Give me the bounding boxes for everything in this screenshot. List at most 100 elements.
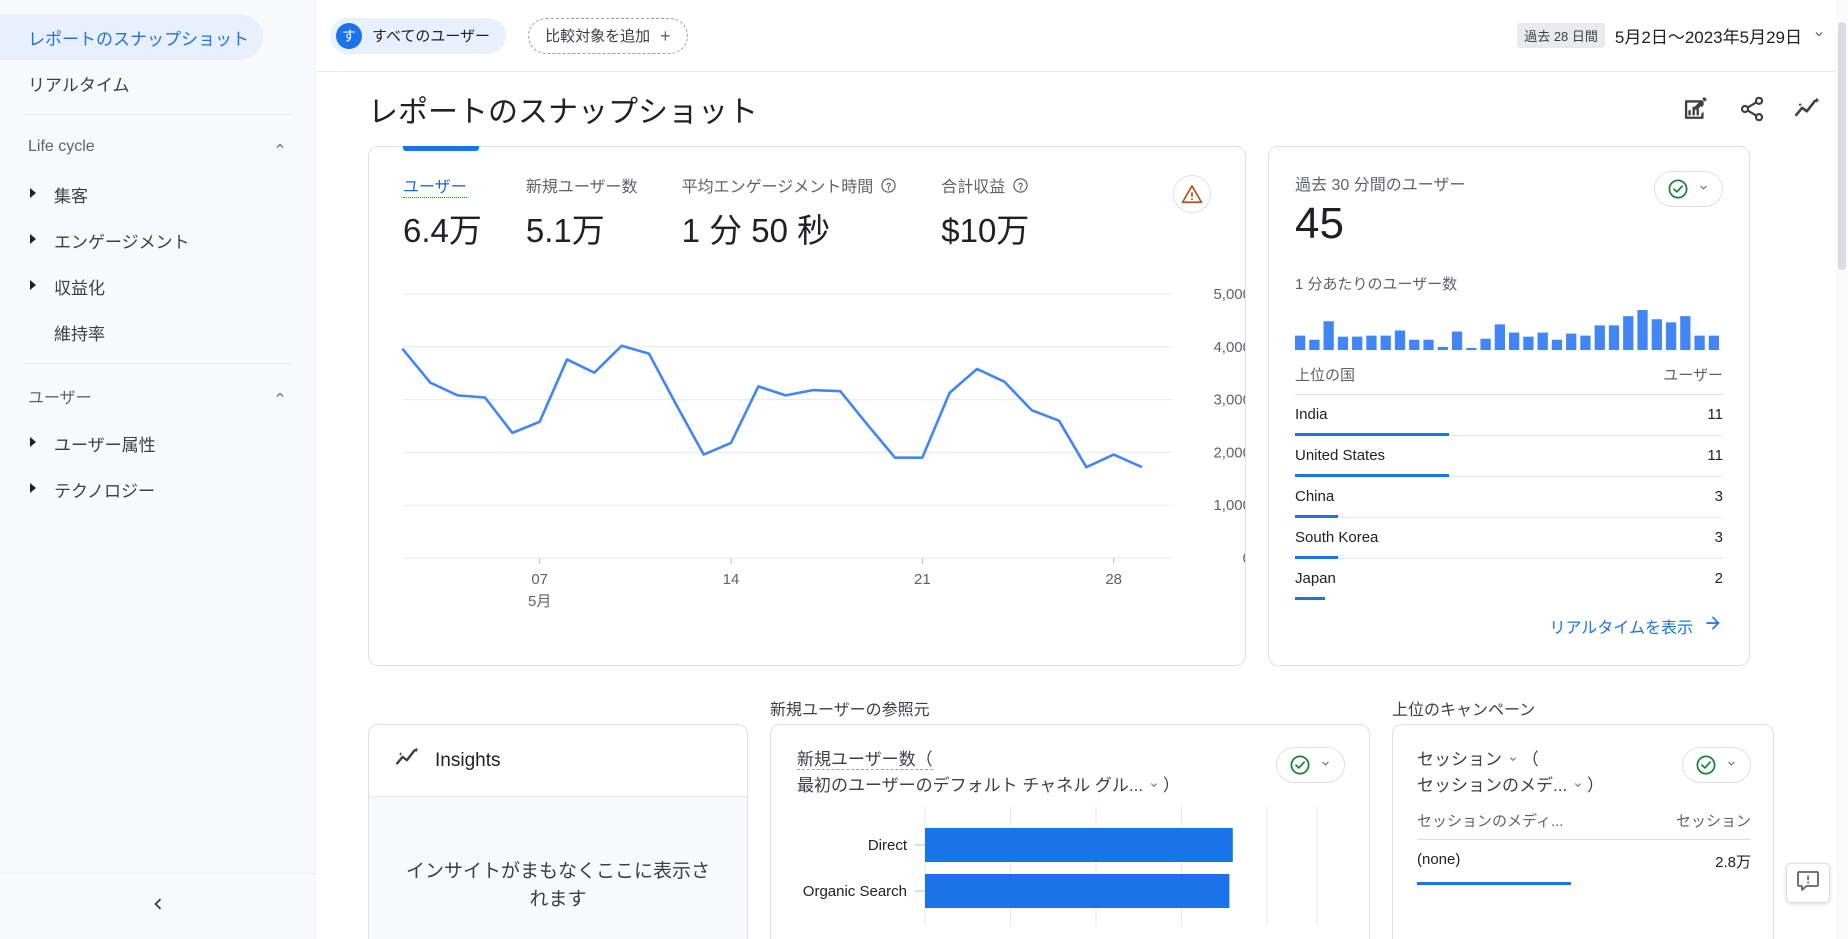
- chevron-down-icon: [1319, 757, 1332, 773]
- country-users: 3: [1714, 529, 1723, 547]
- table-row[interactable]: (none) 2.8万: [1417, 840, 1751, 885]
- svg-text:2,000: 2,000: [1213, 444, 1245, 461]
- chevron-right-icon: [28, 482, 44, 496]
- chevron-left-icon: [147, 893, 169, 920]
- metric-label-row: ユーザー: [403, 173, 482, 198]
- edit-report-icon[interactable]: [1682, 95, 1710, 123]
- sidebar-item-label: 収益化: [54, 278, 105, 298]
- metric-tab-new-users[interactable]: 新規ユーザー数 5.1万: [526, 173, 682, 252]
- realtime-title: 過去 30 分間のユーザー: [1295, 177, 1466, 194]
- metric-tab-avg-engagement-time[interactable]: 平均エンゲージメント時間 1 分 50 秒: [682, 173, 942, 252]
- campaign-sessions: 2.8万: [1715, 853, 1751, 871]
- check-circle-icon: [1695, 754, 1717, 776]
- metric-label: 合計収益: [941, 179, 1006, 196]
- campaigns-selector[interactable]: セッション （ セッションのメデ... ）: [1417, 747, 1604, 800]
- insights-body: インサイトがまもなくここに表示されます: [369, 797, 747, 939]
- svg-text:4,000: 4,000: [1213, 339, 1245, 356]
- country-name: South Korea: [1295, 529, 1379, 547]
- sidebar-item-label: 維持率: [54, 324, 105, 344]
- campaigns-col-dimension: セッションのメディ...: [1417, 812, 1564, 830]
- svg-text:Direct: Direct: [868, 837, 908, 854]
- feedback-icon: [1796, 869, 1820, 898]
- feedback-button[interactable]: [1786, 863, 1830, 903]
- metric-tab-users[interactable]: ユーザー 6.4万: [403, 173, 526, 252]
- campaigns-status-button[interactable]: [1682, 747, 1751, 783]
- svg-text:28: 28: [1105, 571, 1122, 588]
- view-realtime-label: リアルタイムを表示: [1549, 619, 1693, 637]
- metric-value: 6.4万: [403, 212, 482, 249]
- realtime-card: 過去 30 分間のユーザー 45 1 分あたりのユーザー数 上位の国 ユーザー …: [1268, 146, 1750, 666]
- svg-text:5月: 5月: [528, 593, 551, 610]
- sidebar-item-realtime[interactable]: リアルタイム: [0, 60, 315, 106]
- sidebar-item-label: レポートのスナップショット: [28, 29, 249, 49]
- sources-selector[interactable]: 新規ユーザー数（ 最初のユーザーのデフォルト チャネル グル... ）: [797, 747, 1180, 798]
- page-actions: [1682, 95, 1822, 123]
- metric-value: 1 分 50 秒: [681, 212, 831, 249]
- overview-chart-card: ユーザー 6.4万 新規ユーザー数 5.1万 平均エンゲージメント時間 1 分 …: [368, 146, 1246, 666]
- help-icon[interactable]: [1012, 177, 1029, 194]
- country-name: India: [1295, 406, 1328, 424]
- sidebar-item-report-snapshot[interactable]: レポートのスナップショット: [0, 14, 263, 60]
- scrollbar-thumb[interactable]: [1838, 22, 1846, 270]
- sidebar-item-engagement[interactable]: エンゲージメント: [0, 217, 315, 263]
- top-bar: す すべてのユーザー 比較対象を追加 + 過去 28 日間 5月2日〜2023年…: [316, 0, 1848, 72]
- sidebar-item-label: リアルタイム: [28, 75, 130, 95]
- page-title: レポートのスナップショット: [368, 96, 758, 129]
- campaigns-column: 上位のキャンペーン セッション （ セッションのメデ... ） セッションのメデ…: [1392, 696, 1774, 939]
- sidebar-section-life-cycle[interactable]: Life cycle: [0, 123, 315, 171]
- row-line: China 3: [1295, 488, 1723, 505]
- sidebar-item-demographics[interactable]: ユーザー属性: [0, 420, 315, 466]
- realtime-value: 45: [1295, 199, 1344, 248]
- chevron-down-icon: [1507, 756, 1522, 768]
- users-col-label: ユーザー: [1663, 367, 1723, 385]
- warning-triangle-icon[interactable]: [1173, 175, 1211, 213]
- view-realtime-link[interactable]: リアルタイムを表示: [1295, 613, 1723, 638]
- sidebar-item-monetization[interactable]: 収益化: [0, 263, 315, 309]
- realtime-sparkline: [1295, 310, 1719, 351]
- sidebar-section-user[interactable]: ユーザー: [0, 372, 315, 420]
- row-line: India 11: [1295, 406, 1723, 423]
- audience-chip[interactable]: す すべてのユーザー: [330, 17, 507, 54]
- table-row[interactable]: India 11: [1295, 395, 1723, 437]
- sidebar-item-acquisition[interactable]: 集客: [0, 171, 315, 217]
- insights-empty-text: インサイトがまもなくここに表示されます: [405, 860, 710, 911]
- date-range-selector[interactable]: 過去 28 日間 5月2日〜2023年5月29日: [1517, 23, 1826, 48]
- metric-label-row: 合計収益: [941, 173, 1029, 198]
- chevron-right-icon: [28, 233, 44, 247]
- metric-label: ユーザー: [403, 173, 467, 198]
- metric-tab-total-revenue[interactable]: 合計収益 $10万: [941, 173, 1073, 252]
- metric-label: 新規ユーザー数: [525, 179, 638, 196]
- sources-close-paren: ）: [1162, 775, 1180, 795]
- add-comparison-button[interactable]: 比較対象を追加 +: [528, 17, 688, 54]
- sidebar-item-label: エンゲージメント: [54, 232, 190, 252]
- campaigns-dimension-label: セッションのメデ...: [1417, 776, 1568, 796]
- scrollbar[interactable]: [1836, 0, 1848, 939]
- table-row[interactable]: Japan 2: [1295, 559, 1723, 601]
- row-line: (none) 2.8万: [1417, 851, 1751, 872]
- country-name: Japan: [1295, 570, 1336, 588]
- table-row[interactable]: United States 11: [1295, 436, 1723, 478]
- table-row[interactable]: South Korea 3: [1295, 518, 1723, 560]
- help-icon[interactable]: [880, 177, 897, 194]
- metric-label-row: 平均エンゲージメント時間: [682, 173, 898, 198]
- campaigns-col-metric: セッション: [1675, 812, 1751, 830]
- chevron-right-icon: [28, 279, 44, 293]
- sources-status-button[interactable]: [1276, 747, 1345, 783]
- svg-text:14: 14: [723, 571, 740, 588]
- sidebar-item-tech[interactable]: テクノロジー: [0, 466, 315, 512]
- sources-bar-chart: Direct Organic Search: [803, 806, 1318, 926]
- realtime-subtitle: 1 分あたりのユーザー数: [1295, 276, 1458, 294]
- metric-label-row: 新規ユーザー数: [526, 173, 638, 198]
- collapse-sidebar-button[interactable]: [0, 873, 316, 939]
- svg-text:07: 07: [531, 571, 548, 588]
- insights-icon[interactable]: [1794, 95, 1822, 123]
- sidebar-item-retention[interactable]: 維持率: [0, 309, 315, 355]
- arrow-right-icon: [1703, 613, 1723, 638]
- realtime-status-button[interactable]: [1654, 171, 1723, 207]
- country-name: China: [1295, 488, 1335, 506]
- top-cards-row: ユーザー 6.4万 新規ユーザー数 5.1万 平均エンゲージメント時間 1 分 …: [368, 146, 1822, 666]
- campaign-name: (none): [1417, 850, 1461, 868]
- share-icon[interactable]: [1738, 95, 1766, 123]
- chevron-down-icon: [1572, 782, 1587, 794]
- table-row[interactable]: China 3: [1295, 477, 1723, 519]
